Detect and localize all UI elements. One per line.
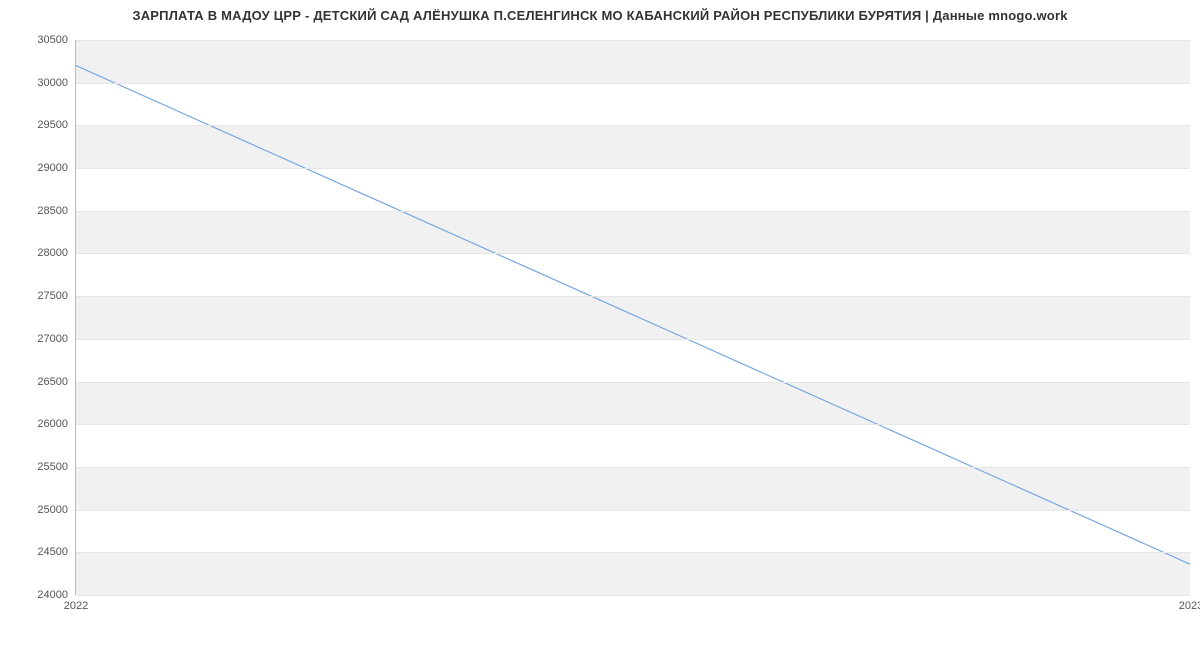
y-tick-label: 27500 [37, 290, 68, 302]
y-tick-label: 27000 [37, 333, 68, 345]
gridline [76, 552, 1190, 553]
gridline [76, 339, 1190, 340]
y-tick-label: 30500 [37, 34, 68, 46]
y-tick-label: 24500 [37, 546, 68, 558]
y-tick-label: 26000 [37, 418, 68, 430]
gridline [76, 510, 1190, 511]
line-path [76, 66, 1190, 565]
gridline [76, 40, 1190, 41]
line-series [76, 40, 1190, 594]
x-tick-label: 2022 [64, 600, 88, 612]
x-tick-label: 2023 [1179, 600, 1200, 612]
gridline [76, 125, 1190, 126]
plot-area: 2400024500250002550026000265002700027500… [75, 40, 1190, 595]
gridline [76, 382, 1190, 383]
gridline [76, 211, 1190, 212]
gridline [76, 83, 1190, 84]
y-tick-label: 25000 [37, 504, 68, 516]
gridline [76, 424, 1190, 425]
y-tick-label: 25500 [37, 461, 68, 473]
y-tick-label: 29000 [37, 162, 68, 174]
y-tick-label: 29500 [37, 119, 68, 131]
gridline [76, 467, 1190, 468]
y-tick-label: 26500 [37, 376, 68, 388]
gridline [76, 296, 1190, 297]
y-tick-label: 28500 [37, 205, 68, 217]
y-tick-label: 30000 [37, 77, 68, 89]
y-tick-label: 28000 [37, 247, 68, 259]
gridline [76, 253, 1190, 254]
chart-title: ЗАРПЛАТА В МАДОУ ЦРР - ДЕТСКИЙ САД АЛЁНУ… [0, 0, 1200, 23]
chart-container: ЗАРПЛАТА В МАДОУ ЦРР - ДЕТСКИЙ САД АЛЁНУ… [0, 0, 1200, 650]
gridline [76, 595, 1190, 596]
gridline [76, 168, 1190, 169]
